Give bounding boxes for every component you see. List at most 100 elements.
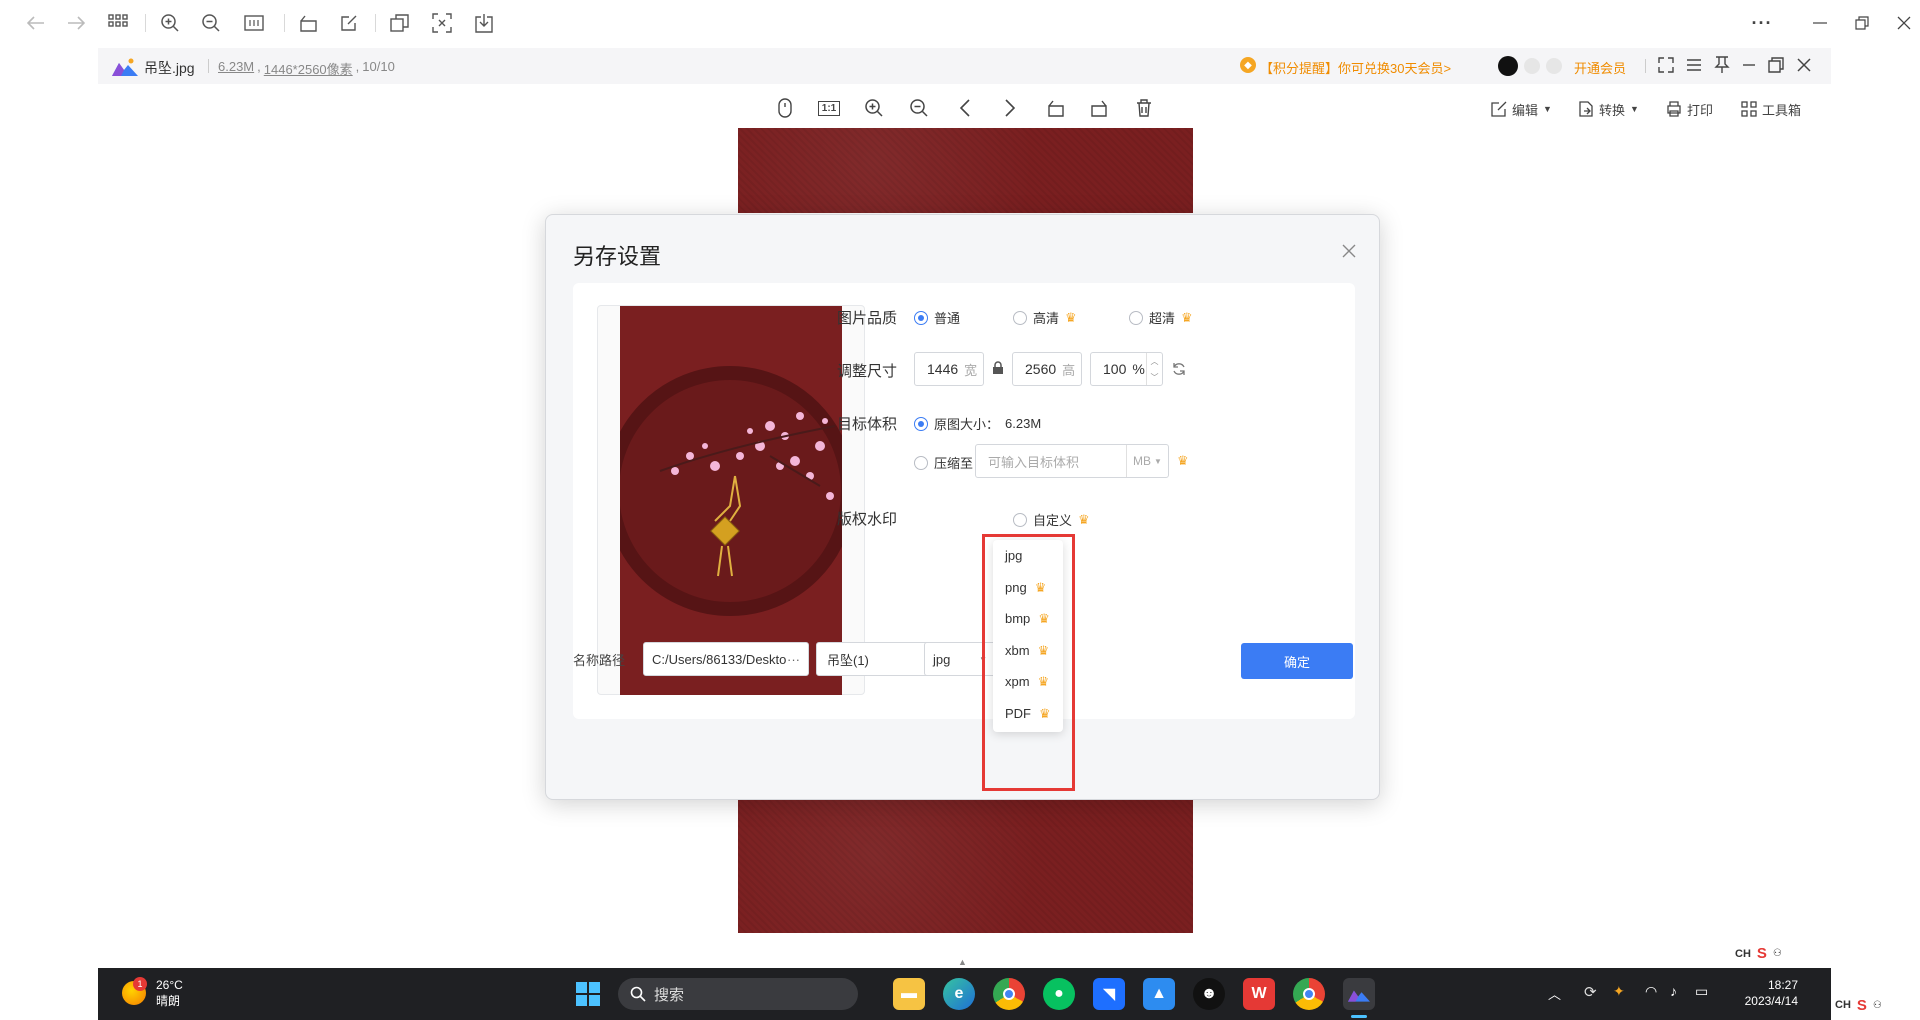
rotate-left-icon[interactable]: [1040, 93, 1070, 123]
convert-menu[interactable]: 转换 ▼: [1578, 96, 1639, 122]
vip-link[interactable]: 开通会员: [1574, 58, 1626, 77]
viewer-zoom-in-icon[interactable]: [859, 93, 889, 123]
mouse-icon[interactable]: [770, 93, 800, 123]
stepper-arrows-icon[interactable]: ︿ ﹀: [1146, 353, 1162, 385]
sync-icon[interactable]: ⟳: [1584, 983, 1597, 1001]
points-promo-link[interactable]: 【积分提醒】你可兑换30天会员>: [1260, 58, 1451, 77]
custom-watermark-radio[interactable]: 自定义 ♛: [1013, 510, 1090, 529]
format-option-pdf[interactable]: PDF ♛: [993, 698, 1063, 730]
edit-icon[interactable]: [335, 10, 363, 36]
copy-icon[interactable]: [386, 10, 414, 36]
edge-icon[interactable]: e: [943, 978, 975, 1010]
edit-menu[interactable]: 编辑 ▼: [1491, 96, 1552, 122]
collapse-handle-icon[interactable]: ▲: [958, 957, 967, 967]
pin-icon[interactable]: [1714, 56, 1730, 74]
fullscreen-icon[interactable]: [1658, 57, 1674, 73]
save-path-input[interactable]: C:/Users/86133/Desktop ···: [643, 642, 809, 676]
vip-crown-icon: ♛: [1039, 705, 1051, 721]
format-option-jpg[interactable]: jpg: [993, 540, 1063, 572]
qq-icon[interactable]: ☻: [1193, 978, 1225, 1010]
taskbar-search[interactable]: 搜索: [618, 978, 858, 1010]
format-option-bmp[interactable]: bmp ♛: [993, 603, 1063, 635]
chrome-icon[interactable]: [993, 978, 1025, 1010]
rotate-icon[interactable]: [294, 10, 322, 36]
date: 2023/4/14: [1744, 994, 1798, 1008]
format-option-png[interactable]: png ♛: [993, 572, 1063, 604]
compress-radio[interactable]: 压缩至: [914, 453, 973, 472]
tray-expand-icon[interactable]: ︿: [1548, 984, 1561, 1003]
file-name-input[interactable]: 吊坠(1): [816, 642, 931, 676]
format-caret-icon: ▼: [979, 654, 987, 664]
crop-icon[interactable]: [428, 10, 456, 36]
original-size-radio[interactable]: 原图大小： 6.23M: [914, 414, 1041, 433]
viewer-close-icon[interactable]: [1796, 57, 1812, 73]
dialog-close-icon[interactable]: [1341, 243, 1357, 259]
save-path-value: C:/Users/86133/Desktop: [652, 651, 787, 667]
format-select[interactable]: jpg ▼: [924, 642, 996, 676]
compress-size-input[interactable]: 可输入目标体积 MB ▼: [975, 444, 1169, 478]
reset-size-icon[interactable]: [1172, 362, 1186, 376]
convert-menu-label: 转换: [1599, 102, 1626, 118]
browse-button[interactable]: ···: [787, 652, 800, 667]
target-size-label: 目标体积: [837, 416, 898, 433]
save-icon[interactable]: [470, 10, 498, 36]
viewer-minimize-icon[interactable]: [1742, 57, 1756, 73]
lock-ratio-icon[interactable]: [992, 361, 1004, 375]
format-option-xpm[interactable]: xpm ♛: [993, 666, 1063, 698]
restore-icon[interactable]: [1848, 10, 1876, 36]
delete-icon[interactable]: [1129, 93, 1159, 123]
app-blue-icon[interactable]: ▲: [1143, 978, 1175, 1010]
quality-hd-radio[interactable]: 高清 ♛: [1013, 308, 1077, 327]
height-value: 2560: [1025, 361, 1057, 377]
ime-indicator[interactable]: CH S ⚇: [1831, 990, 1920, 1020]
image-viewer-app-icon[interactable]: [1343, 978, 1375, 1010]
viewer-restore-icon[interactable]: [1768, 57, 1784, 73]
user-avatar[interactable]: [1498, 56, 1518, 76]
previous-icon[interactable]: [950, 93, 980, 123]
photo-top-part: [738, 128, 1193, 213]
next-icon[interactable]: [995, 93, 1025, 123]
active-app-indicator: [1351, 1015, 1367, 1018]
more-icon[interactable]: ···: [1748, 10, 1776, 36]
viewer-ime-indicator: CH S ⚇: [1735, 945, 1782, 962]
toolbox-button[interactable]: 工具箱: [1741, 96, 1801, 122]
vip-crown-icon: ♛: [1034, 579, 1047, 595]
format-option-xbm[interactable]: xbm ♛: [993, 635, 1063, 667]
start-icon[interactable]: [576, 982, 600, 1006]
battery-icon[interactable]: ▭: [1695, 983, 1708, 1000]
menu-icon[interactable]: [1686, 57, 1702, 73]
actual-size-button[interactable]: 1:1: [814, 93, 844, 123]
height-input[interactable]: 2560 高: [1012, 352, 1082, 386]
ime-settings-icon: ⚇: [1772, 948, 1782, 959]
weather-info[interactable]: 26°C 晴朗: [156, 977, 183, 1009]
rotate-right-icon[interactable]: [1085, 93, 1115, 123]
fit-icon[interactable]: [240, 10, 268, 36]
volume-icon[interactable]: ♪: [1670, 983, 1677, 999]
tray-app-icon[interactable]: ✦: [1613, 983, 1625, 1000]
viewer-zoom-out-icon[interactable]: [904, 93, 934, 123]
file-explorer-icon[interactable]: ▬: [893, 978, 925, 1010]
wifi-icon[interactable]: ◠: [1645, 983, 1657, 1000]
quality-uhd-radio[interactable]: 超清 ♛: [1129, 308, 1193, 327]
percent-stepper[interactable]: 100% ︿ ﹀: [1090, 352, 1163, 386]
unit-select[interactable]: MB ▼: [1126, 445, 1168, 477]
zoom-out-icon[interactable]: [197, 10, 225, 36]
forward-icon[interactable]: [62, 10, 90, 36]
wechat-icon[interactable]: ●: [1043, 978, 1075, 1010]
grid-icon[interactable]: [104, 10, 132, 36]
minimize-icon[interactable]: [1806, 10, 1834, 36]
clock[interactable]: 18:27 2023/4/14: [1728, 977, 1798, 1009]
back-icon[interactable]: [22, 10, 50, 36]
feishu-icon[interactable]: ◥: [1093, 978, 1125, 1010]
close-icon[interactable]: [1890, 10, 1918, 36]
format-option-label: xbm: [1005, 642, 1030, 658]
wps-icon[interactable]: W: [1243, 978, 1275, 1010]
width-input[interactable]: 1446 宽: [914, 352, 984, 386]
print-button[interactable]: 打印: [1666, 96, 1713, 122]
quality-normal-radio[interactable]: 普通: [914, 308, 960, 327]
confirm-button[interactable]: 确定: [1241, 643, 1353, 679]
zoom-in-icon[interactable]: [156, 10, 184, 36]
unit-value: MB: [1133, 454, 1152, 468]
vip-crown-icon: ♛: [1037, 642, 1050, 658]
chrome2-icon[interactable]: [1293, 978, 1325, 1010]
